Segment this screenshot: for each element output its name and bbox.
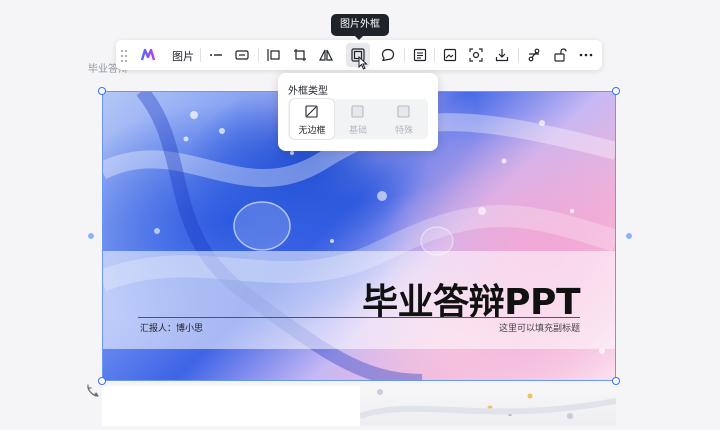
- frame-option-label: 无边框: [298, 126, 326, 136]
- download-icon[interactable]: [490, 43, 514, 67]
- resize-handle-top-right[interactable]: [612, 87, 620, 95]
- link-icon[interactable]: [522, 43, 546, 67]
- frame-option-special[interactable]: 特殊: [382, 99, 426, 139]
- toolbar-divider: [518, 48, 519, 62]
- frame-option-none[interactable]: 无边框: [290, 99, 334, 139]
- slide-subtitle: 这里可以填充副标题: [498, 324, 580, 334]
- toolbar-divider: [258, 48, 259, 62]
- crop-icon[interactable]: [288, 43, 312, 67]
- unlock-icon[interactable]: [548, 43, 572, 67]
- rotate-icon[interactable]: [86, 384, 100, 398]
- frame-option-label: 特殊: [394, 126, 413, 136]
- frame-type-popup: 外框类型 无边框 基础 特殊: [278, 73, 438, 151]
- toolbar-divider: [434, 48, 435, 62]
- border-style-icon[interactable]: [230, 43, 254, 67]
- image-type-label[interactable]: 图片: [172, 48, 194, 64]
- marble-texture-2: [359, 389, 617, 419]
- resize-handle-bottom-right[interactable]: [612, 377, 620, 385]
- basic-frame-icon: [351, 105, 364, 118]
- cursor-icon: [358, 56, 368, 70]
- no-frame-icon: [305, 105, 318, 118]
- toolbar-divider: [200, 48, 201, 62]
- line-style-icon[interactable]: [204, 43, 228, 67]
- popup-title: 外框类型: [288, 86, 328, 97]
- more-icon[interactable]: [574, 43, 598, 67]
- toolbar-divider: [404, 48, 405, 62]
- slide-reporter: 汇报人：博小思: [140, 324, 204, 334]
- slide-thumbnail-next[interactable]: [102, 386, 360, 426]
- frame-option-label: 基础: [348, 126, 367, 136]
- align-icon[interactable]: [262, 43, 286, 67]
- resize-handle-top-left[interactable]: [98, 87, 106, 95]
- title-divider: [138, 317, 580, 318]
- ai-logo-icon[interactable]: [136, 43, 160, 67]
- tooltip-arrow: [354, 35, 364, 40]
- drag-handle-icon[interactable]: [120, 48, 128, 62]
- comment-icon[interactable]: [376, 43, 400, 67]
- text-content-icon[interactable]: [408, 43, 432, 67]
- resize-handle-right[interactable]: [626, 233, 632, 239]
- slide-thumbnail-next-2[interactable]: [359, 386, 617, 426]
- special-frame-icon: [397, 105, 410, 118]
- replace-image-icon[interactable]: [438, 43, 462, 67]
- resize-handle-left[interactable]: [88, 233, 94, 239]
- tooltip: 图片外框: [331, 14, 389, 36]
- flip-icon[interactable]: [314, 43, 338, 67]
- frame-option-basic[interactable]: 基础: [336, 99, 380, 139]
- image-search-icon[interactable]: [464, 43, 488, 67]
